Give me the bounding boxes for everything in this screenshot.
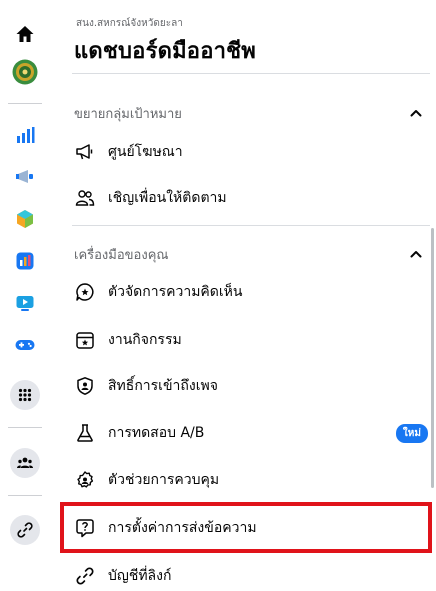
ads-icon [16, 170, 33, 183]
invite-friends-icon [74, 187, 96, 209]
menu-item-label: ตัวช่วยการควบคุม [108, 472, 220, 488]
planner-button[interactable] [0, 241, 50, 281]
insights-button[interactable] [0, 115, 50, 155]
chevron-up-icon[interactable] [408, 105, 424, 121]
page-title: แดชบอร์ดมืออาชีพ [74, 39, 256, 64]
page-access-icon [74, 375, 96, 397]
link-icon [74, 565, 96, 587]
apps-button[interactable] [0, 199, 50, 239]
page-avatar-button[interactable] [0, 52, 50, 92]
groups-icon [17, 457, 33, 468]
all-tools-button[interactable] [0, 375, 50, 415]
groups-button[interactable] [0, 443, 50, 483]
section-label: ขยายกลุ่มเป้าหมาย [74, 106, 182, 122]
menu-item-ad-center[interactable]: ศูนย์โฆษณา [62, 132, 436, 172]
home-icon [16, 26, 34, 42]
left-rail [0, 0, 50, 591]
planner-icon [16, 252, 34, 270]
page-org-name: สนง.สหกรณ์จังหวัดยะลา [76, 18, 183, 29]
menu-item-comment-manager[interactable]: ตัวจัดการความคิดเห็น [62, 272, 436, 312]
menu-item-label: บัญชีที่ลิงก์ [108, 568, 172, 584]
menu-item-label: ตัวจัดการความคิดเห็น [108, 284, 243, 300]
flask-icon [74, 422, 96, 444]
menu-item-label: เชิญเพื่อนให้ติดตาม [108, 190, 227, 206]
menu-item-label: ศูนย์โฆษณา [108, 144, 183, 160]
insights-icon [17, 127, 35, 143]
menu-item-invite-friends[interactable]: เชิญเพื่อนให้ติดตาม [62, 178, 436, 218]
menu-button-circle [10, 380, 40, 410]
section-divider [72, 225, 430, 226]
chevron-up-icon[interactable] [408, 246, 424, 262]
menu-item-events[interactable]: งานกิจกรรม [62, 320, 436, 360]
megaphone-icon [74, 141, 96, 163]
new-badge: ใหม่ [395, 424, 428, 443]
event-icon [74, 329, 96, 351]
menu-item-label: สิทธิ์การเข้าถึงเพจ [108, 378, 218, 394]
moderation-assist-icon [74, 469, 96, 491]
video-button[interactable] [0, 283, 50, 323]
video-icon [16, 296, 34, 311]
section-grow-audience-header[interactable]: ขยายกลุ่มเป้าหมาย [74, 101, 424, 125]
menu-item-linked-accounts[interactable]: บัญชีที่ลิงก์ [62, 556, 436, 591]
menu-item-page-access[interactable]: สิทธิ์การเข้าถึงเพจ [62, 366, 436, 406]
menu-item-label: การทดสอบ A/B [108, 425, 205, 441]
apps-icon [17, 210, 33, 228]
highlight-box [60, 502, 432, 553]
section-your-tools-header[interactable]: เครื่องมือของคุณ [74, 242, 424, 266]
link-button-circle [10, 515, 40, 545]
linked-accounts-rail-button[interactable] [0, 510, 50, 550]
gaming-icon [15, 340, 35, 350]
menu-icon [18, 388, 32, 402]
home-button[interactable] [0, 14, 50, 54]
menu-item-moderation-assist[interactable]: ตัวช่วยการควบคุม [62, 460, 436, 500]
ads-button[interactable] [0, 157, 50, 197]
scrollbar[interactable] [431, 228, 434, 488]
comment-manager-icon [74, 281, 96, 303]
menu-item-label: งานกิจกรรม [108, 332, 182, 348]
link-icon [17, 522, 33, 538]
page-avatar-icon [12, 59, 38, 85]
section-label: เครื่องมือของคุณ [74, 247, 169, 263]
gaming-button[interactable] [0, 325, 50, 365]
menu-item-ab-testing[interactable]: การทดสอบ A/B ใหม่ [62, 413, 436, 453]
groups-button-circle [10, 448, 40, 478]
title-divider [72, 73, 430, 74]
